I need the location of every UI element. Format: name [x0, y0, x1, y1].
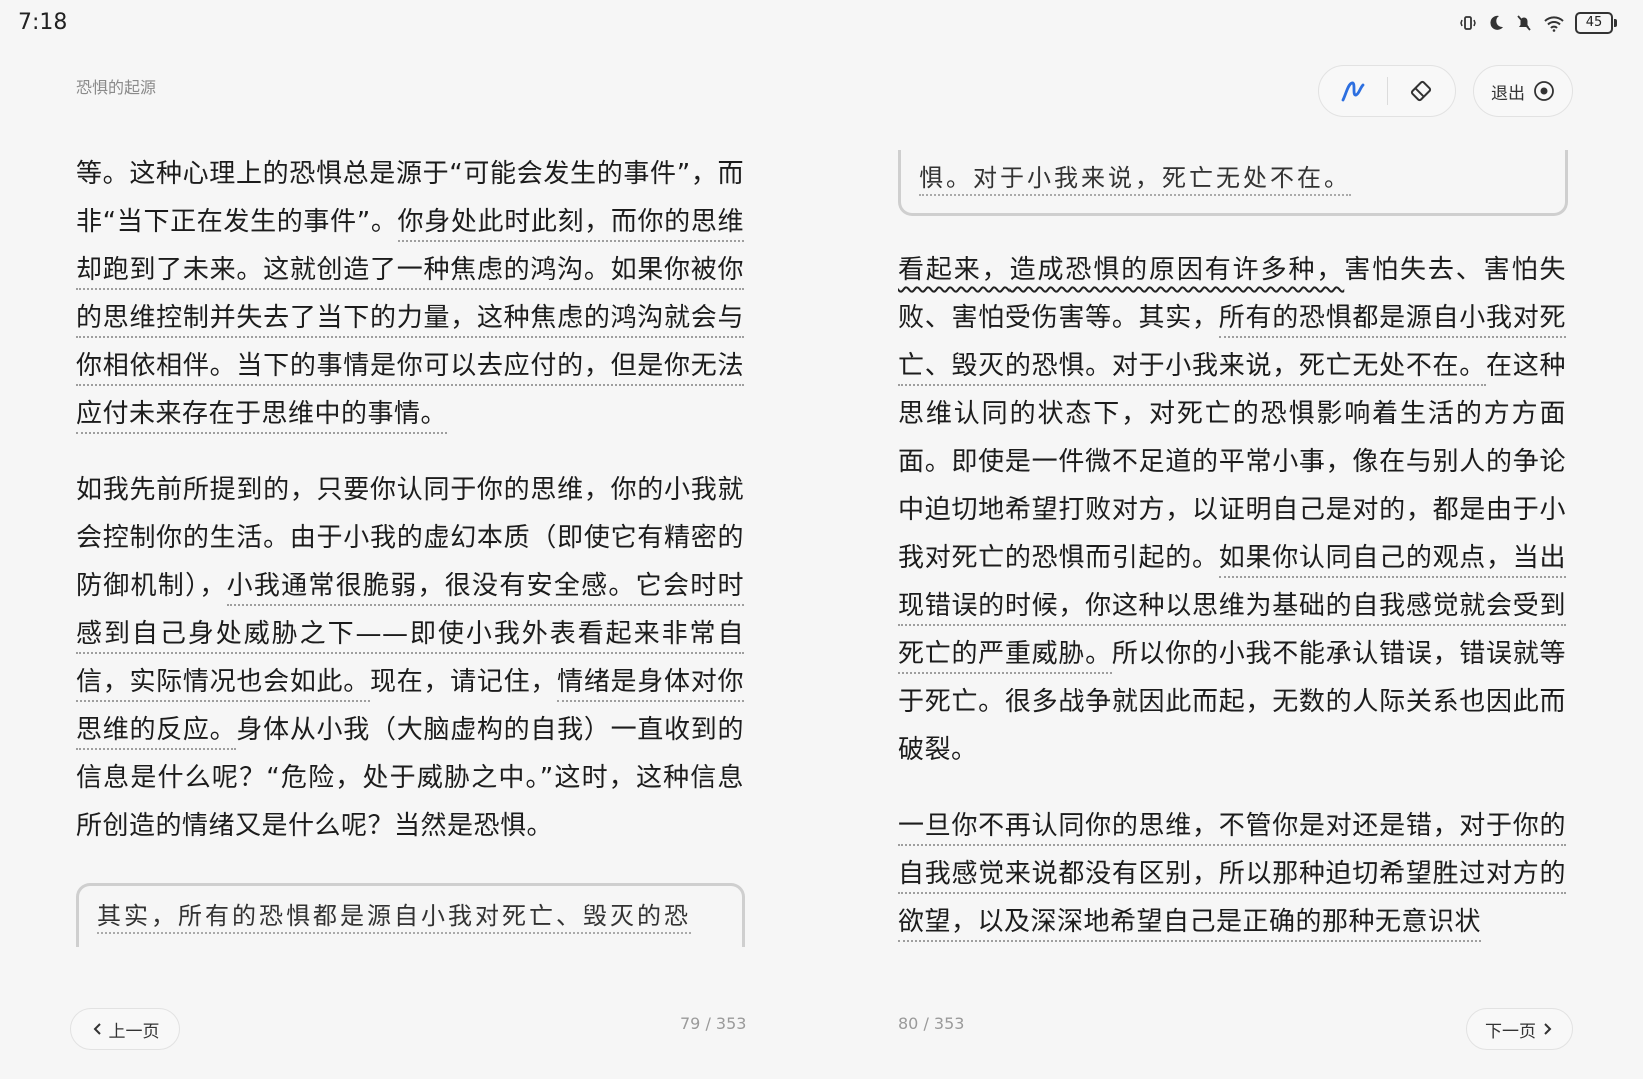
- next-page-button[interactable]: 下一页: [1466, 1008, 1573, 1050]
- wavy-highlight[interactable]: 看起来，: [898, 255, 1010, 285]
- book-title: 恐惧的起源: [76, 78, 157, 97]
- battery-level: 45: [1575, 12, 1613, 34]
- eraser-icon: [1411, 80, 1432, 102]
- status-bar: 7:18 45: [0, 0, 1643, 48]
- status-icons: 45: [1459, 12, 1617, 34]
- paragraph: 一旦你不再认同你的思维，不管你是对还是错，对于你的自我感觉来说都没有区别，所以那…: [898, 802, 1566, 946]
- status-time: 7:18: [18, 10, 68, 35]
- eraser-button[interactable]: [1388, 66, 1456, 116]
- pen-button[interactable]: [1319, 66, 1387, 116]
- mute-bell-icon: [1517, 15, 1531, 31]
- moon-icon: [1490, 15, 1503, 30]
- left-page: 等。这种心理上的恐惧总是源于“可能会发生的事件”，而非“当下正在发生的事件”。你…: [76, 150, 744, 850]
- paragraph: 等。这种心理上的恐惧总是源于“可能会发生的事件”，而非“当下正在发生的事件”。你…: [76, 150, 744, 438]
- paragraph: 看起来，造成恐惧的原因有许多种，害怕失去、害怕失败、害怕受伤害等。其实，所有的恐…: [898, 246, 1566, 774]
- note-text: 其实，所有的恐惧都是源自小我对死亡、毁灭的恐: [97, 902, 691, 934]
- text-segment: 现在，请记住，: [370, 667, 558, 697]
- pen-icon: [1341, 81, 1365, 102]
- prev-page-label: 上一页: [108, 1021, 160, 1042]
- wifi-icon: [1544, 16, 1564, 32]
- next-page-label: 下一页: [1485, 1021, 1536, 1042]
- note-text: 惧。对于小我来说，死亡无处不在。: [919, 164, 1351, 196]
- prev-page-button[interactable]: 上一页: [70, 1008, 180, 1050]
- note-box-right[interactable]: 惧。对于小我来说，死亡无处不在。: [898, 150, 1568, 216]
- dotted-highlight[interactable]: 一旦你不再认同你的思维，不管你是对还是错，对于你的自我感觉来说都没有区别，所以那…: [898, 811, 1566, 942]
- exit-label: 退出: [1491, 83, 1525, 104]
- note-box-left[interactable]: 其实，所有的恐惧都是源自小我对死亡、毁灭的恐: [76, 883, 745, 947]
- wavy-highlight[interactable]: 造成恐惧的原因有许多种，: [1010, 255, 1345, 285]
- paragraph: 如我先前所提到的，只要你认同于你的思维，你的小我就会控制你的生活。由于小我的虚幻…: [76, 466, 744, 850]
- exit-button[interactable]: 退出: [1473, 65, 1573, 117]
- battery-icon: 45: [1575, 12, 1617, 34]
- page-number-left: 79 / 353: [680, 1014, 747, 1033]
- dotted-highlight[interactable]: 你身处此时此刻，而你的思维却跑到了未来。这就创造了一种焦虑的鸿沟。如果你被你的思…: [76, 207, 744, 434]
- vibrate-icon: [1460, 16, 1476, 30]
- chevron-right-icon: [1544, 1023, 1552, 1035]
- target-circle-icon: [1534, 81, 1554, 101]
- page-number-right: 80 / 353: [898, 1014, 965, 1033]
- annotation-toolbar: [1318, 65, 1456, 117]
- chevron-left-icon: [93, 1023, 101, 1035]
- right-page: 看起来，造成恐惧的原因有许多种，害怕失去、害怕失败、害怕受伤害等。其实，所有的恐…: [898, 246, 1566, 946]
